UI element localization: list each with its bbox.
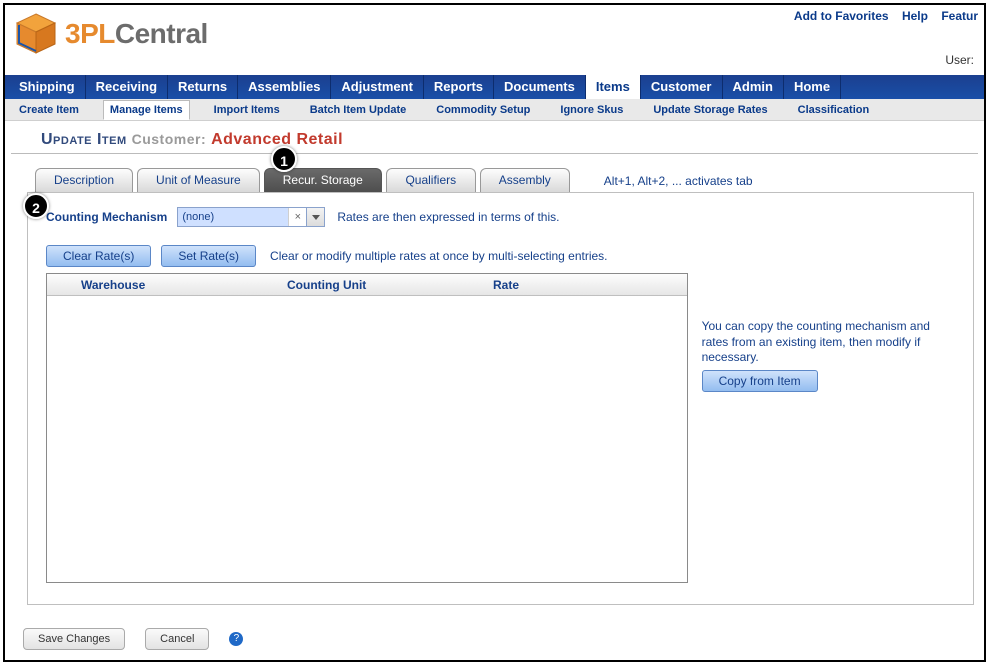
submenu-update-storage-rates[interactable]: Update Storage Rates (647, 101, 773, 119)
logo: 3PLCentral (13, 11, 208, 57)
rate-button-row: Clear Rate(s) Set Rate(s) Clear or modif… (46, 245, 959, 267)
header: 3PLCentral Add to Favorites Help Featur … (5, 5, 984, 75)
clear-rates-button[interactable]: Clear Rate(s) (46, 245, 151, 267)
set-rates-button[interactable]: Set Rate(s) (161, 245, 256, 267)
page-title: Update Item Customer: Advanced Retail (41, 131, 343, 148)
submenu-batch-item-update[interactable]: Batch Item Update (304, 101, 413, 119)
submenu-commodity-setup[interactable]: Commodity Setup (430, 101, 536, 119)
counting-mechanism-input[interactable] (178, 208, 288, 226)
menu-reports[interactable]: Reports (424, 75, 494, 99)
table-area: Warehouse Counting Unit Rate You can cop… (46, 273, 959, 583)
menu-adjustment[interactable]: Adjustment (331, 75, 424, 99)
tab-qualifiers[interactable]: Qualifiers (386, 168, 476, 192)
copy-hint-text: You can copy the counting mechanism and … (702, 319, 959, 366)
submenu-ignore-skus[interactable]: Ignore Skus (554, 101, 629, 119)
menu-items[interactable]: Items (586, 75, 641, 99)
col-warehouse[interactable]: Warehouse (81, 278, 287, 292)
counting-mechanism-combo[interactable]: × (177, 207, 325, 227)
sub-menu: Create Item Manage Items Import Items Ba… (5, 99, 984, 121)
page-title-main: Update Item (41, 131, 127, 148)
cancel-button[interactable]: Cancel (145, 628, 209, 650)
menu-assemblies[interactable]: Assemblies (238, 75, 331, 99)
menu-documents[interactable]: Documents (494, 75, 586, 99)
submenu-classification[interactable]: Classification (792, 101, 876, 119)
callout-2: 2 (23, 193, 49, 219)
counting-hint: Rates are then expressed in terms of thi… (337, 210, 559, 224)
app-frame: 3PLCentral Add to Favorites Help Featur … (3, 3, 986, 662)
page-title-row: Update Item Customer: Advanced Retail (11, 121, 978, 154)
top-links: Add to Favorites Help Featur (784, 9, 978, 23)
callout-1: 1 (271, 146, 297, 172)
tab-assembly[interactable]: Assembly (480, 168, 570, 192)
main-menu: Shipping Receiving Returns Assemblies Ad… (5, 75, 984, 99)
tab-unit-of-measure[interactable]: Unit of Measure (137, 168, 260, 192)
tab-description[interactable]: Description (35, 168, 133, 192)
counting-row: Counting Mechanism × Rates are then expr… (46, 207, 959, 227)
menu-returns[interactable]: Returns (168, 75, 238, 99)
customer-label: Customer: (132, 131, 207, 147)
submenu-create-item[interactable]: Create Item (13, 101, 85, 119)
combo-dropdown-icon[interactable] (306, 208, 324, 226)
features-link[interactable]: Featur (941, 9, 978, 23)
copy-from-item-button[interactable]: Copy from Item (702, 370, 818, 392)
menu-shipping[interactable]: Shipping (9, 75, 86, 99)
help-icon[interactable]: ? (229, 632, 243, 646)
logo-cube-icon (13, 11, 59, 57)
menu-admin[interactable]: Admin (723, 75, 784, 99)
help-link[interactable]: Help (902, 9, 928, 23)
add-to-favorites-link[interactable]: Add to Favorites (794, 9, 889, 23)
tab-panel: Counting Mechanism × Rates are then expr… (27, 192, 974, 605)
tabs-hint: Alt+1, Alt+2, ... activates tab (604, 174, 753, 192)
col-rate[interactable]: Rate (493, 278, 643, 292)
col-counting-unit[interactable]: Counting Unit (287, 278, 493, 292)
logo-text-part1: 3PL (65, 18, 115, 49)
footer-buttons: Save Changes Cancel ? (23, 628, 243, 650)
menu-customer[interactable]: Customer (641, 75, 723, 99)
logo-text-part2: Central (115, 18, 208, 49)
copy-panel: You can copy the counting mechanism and … (702, 273, 959, 583)
combo-clear-icon[interactable]: × (288, 208, 306, 226)
customer-name: Advanced Retail (211, 131, 343, 148)
menu-home[interactable]: Home (784, 75, 841, 99)
tabs-row: Description Unit of Measure Recur. Stora… (35, 168, 984, 192)
submenu-import-items[interactable]: Import Items (208, 101, 286, 119)
logo-text: 3PLCentral (65, 18, 208, 50)
rate-buttons-hint: Clear or modify multiple rates at once b… (270, 249, 607, 263)
save-changes-button[interactable]: Save Changes (23, 628, 125, 650)
submenu-manage-items[interactable]: Manage Items (103, 100, 190, 120)
menu-receiving[interactable]: Receiving (86, 75, 168, 99)
rate-table[interactable]: Warehouse Counting Unit Rate (46, 273, 688, 583)
counting-mechanism-label: Counting Mechanism (46, 210, 167, 224)
user-label: User: (945, 53, 974, 67)
rate-table-header: Warehouse Counting Unit Rate (47, 274, 687, 296)
